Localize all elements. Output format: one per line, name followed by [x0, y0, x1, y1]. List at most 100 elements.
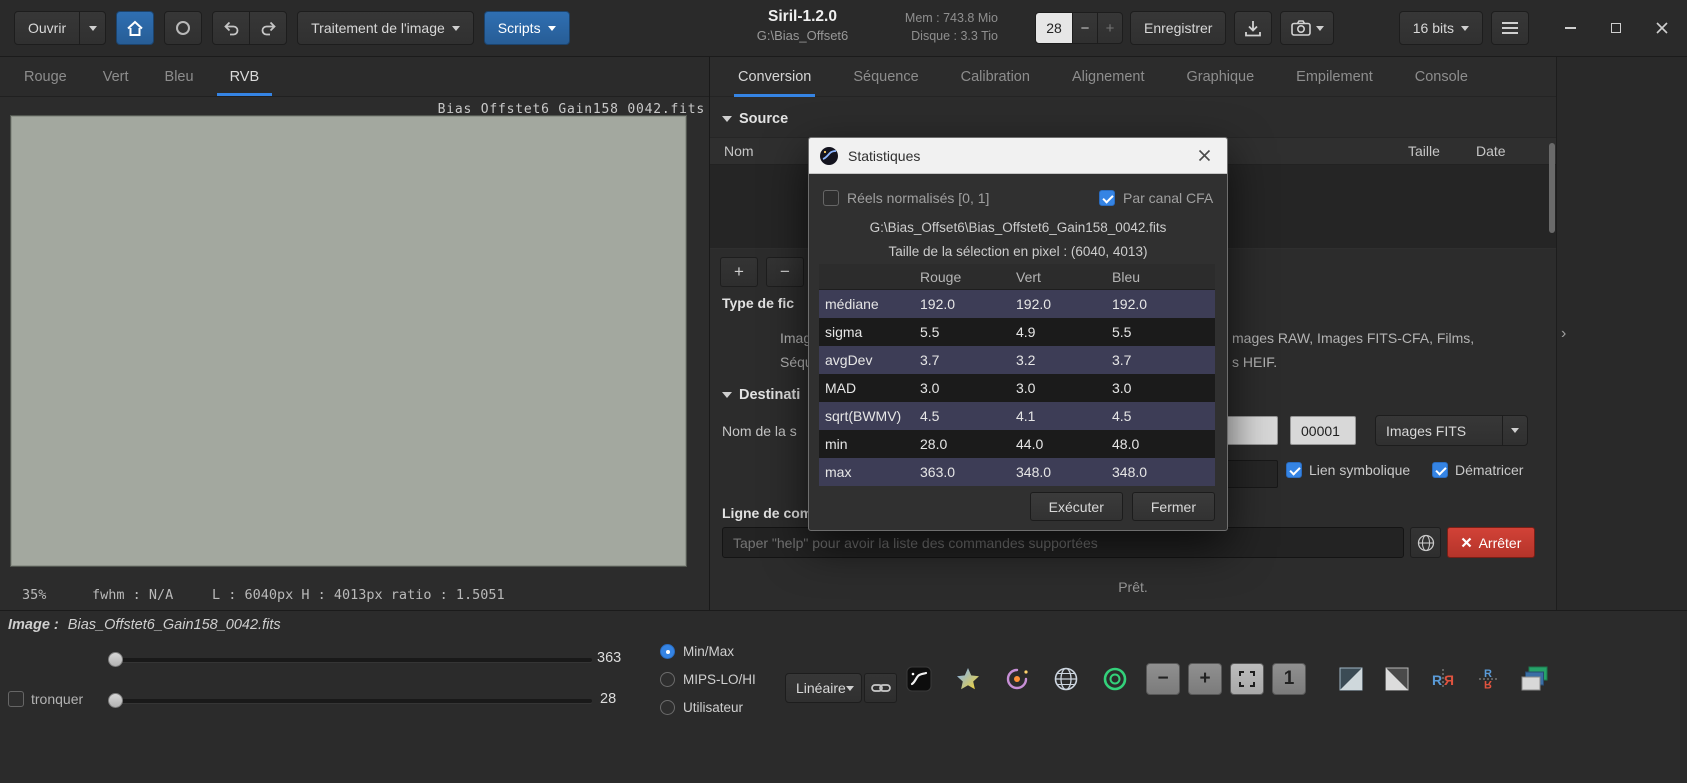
background-extraction-button[interactable] — [1098, 663, 1132, 695]
stop-button[interactable]: Arrêter — [1447, 527, 1535, 558]
normalized-checkbox[interactable] — [823, 190, 839, 206]
link-channels-button[interactable] — [864, 673, 897, 703]
stat-table-header: Rouge Vert Bleu — [819, 264, 1215, 290]
home-button[interactable] — [116, 11, 155, 45]
spin-decrement-button[interactable]: − — [1072, 12, 1098, 44]
chevron-down-icon — [845, 685, 854, 691]
bit-depth-dropdown[interactable]: 16 bits — [1398, 11, 1483, 45]
truncate-checkbox-row[interactable]: tronquer — [8, 691, 83, 707]
network-button[interactable] — [1410, 527, 1441, 558]
scripts-menu-button[interactable]: Scripts — [483, 11, 570, 45]
mirror-x-button[interactable]: RR — [1426, 663, 1460, 695]
tab-vert[interactable]: Vert — [85, 57, 147, 96]
normalized-checkbox-row[interactable]: Réels normalisés [0, 1] — [823, 190, 989, 206]
image-processing-menu-button[interactable]: Traitement de l'image — [297, 11, 474, 45]
source-expander[interactable]: Source — [722, 111, 788, 127]
high-slider-handle[interactable] — [108, 652, 123, 667]
remove-files-button[interactable]: − — [766, 257, 804, 287]
stat-row-mediane[interactable]: médiane 192.0 192.0 192.0 — [819, 290, 1215, 318]
low-level-slider[interactable] — [108, 693, 592, 708]
tab-rvb[interactable]: RVB — [212, 57, 278, 96]
command-input[interactable] — [722, 527, 1404, 558]
spin-value[interactable]: 28 — [1035, 12, 1073, 44]
close-dialog-button[interactable]: Fermer — [1131, 492, 1215, 521]
user-radio[interactable] — [660, 700, 675, 715]
undo-button[interactable] — [212, 11, 251, 45]
spin-increment-button[interactable]: + — [1097, 12, 1123, 44]
tab-alignement[interactable]: Alignement — [1068, 57, 1149, 97]
debayer-checkbox[interactable] — [1432, 462, 1448, 478]
column-date[interactable]: Date — [1476, 143, 1506, 159]
stat-row-min[interactable]: min 28.0 44.0 48.0 — [819, 430, 1215, 458]
zoom-in-button[interactable]: + — [1188, 663, 1222, 695]
column-nom[interactable]: Nom — [724, 143, 754, 159]
mode-user-row[interactable]: Utilisateur — [660, 700, 743, 715]
stat-row-mad[interactable]: MAD 3.0 3.0 3.0 — [819, 374, 1215, 402]
tab-empilement[interactable]: Empilement — [1292, 57, 1377, 97]
tab-console[interactable]: Console — [1411, 57, 1472, 97]
split-view-button[interactable] — [1334, 663, 1368, 695]
divider — [1502, 416, 1503, 445]
mirror-y-button[interactable]: RR — [1472, 663, 1506, 695]
tab-graphique[interactable]: Graphique — [1182, 57, 1258, 97]
scale-mode-dropdown[interactable]: Linéaire — [785, 673, 862, 703]
tab-bleu[interactable]: Bleu — [147, 57, 212, 96]
tab-sequence[interactable]: Séquence — [849, 57, 922, 97]
output-format-dropdown[interactable]: Images FITS — [1375, 415, 1528, 446]
sequence-frames-button[interactable] — [1518, 663, 1552, 695]
start-index-input[interactable]: 00001 — [1290, 416, 1356, 445]
minimize-button[interactable] — [1551, 13, 1589, 43]
dialog-close-button[interactable] — [1191, 149, 1217, 162]
symlink-checkbox-row[interactable]: Lien symbolique — [1286, 462, 1410, 478]
zoom-fit-button[interactable] — [1230, 663, 1264, 695]
minmax-radio[interactable] — [660, 644, 675, 659]
star-detection-button[interactable] — [951, 663, 985, 695]
maximize-button[interactable] — [1597, 13, 1635, 43]
split-view-alt-button[interactable] — [1380, 663, 1414, 695]
tab-rouge[interactable]: Rouge — [6, 57, 85, 96]
file-list-scrollbar[interactable] — [1549, 143, 1555, 233]
save-as-button[interactable] — [1234, 11, 1273, 45]
snapshot-dropdown-button[interactable] — [1280, 11, 1335, 45]
astrometry-button[interactable] — [1049, 663, 1083, 695]
tab-conversion[interactable]: Conversion — [734, 57, 816, 97]
bit-depth-label: 16 bits — [1412, 20, 1454, 36]
dialog-titlebar[interactable]: Statistiques — [809, 138, 1227, 174]
open-dropdown-button[interactable] — [79, 11, 107, 45]
high-level-slider[interactable] — [108, 652, 592, 667]
photometry-button[interactable] — [1000, 663, 1034, 695]
redo-button[interactable] — [249, 11, 288, 45]
mode-minmax-row[interactable]: Min/Max — [660, 644, 734, 659]
symlink-checkbox[interactable] — [1286, 462, 1302, 478]
truncate-checkbox[interactable] — [8, 691, 24, 707]
cfa-checkbox[interactable] — [1099, 190, 1115, 206]
cfa-checkbox-row[interactable]: Par canal CFA — [1099, 190, 1213, 206]
open-button[interactable]: Ouvrir — [14, 11, 81, 45]
record-button[interactable] — [164, 11, 203, 45]
mips-radio[interactable] — [660, 672, 675, 687]
sequence-name-label: Nom de la s — [722, 423, 797, 439]
save-button[interactable]: Enregistrer — [1130, 11, 1227, 45]
mode-mips-row[interactable]: MIPS-LO/HI — [660, 672, 756, 687]
destination-expander[interactable]: Destinati — [722, 387, 800, 403]
execute-button[interactable]: Exécuter — [1029, 492, 1123, 521]
zoom-out-button[interactable]: − — [1146, 663, 1180, 695]
siril-logo-button[interactable] — [902, 663, 936, 695]
debayer-checkbox-row[interactable]: Dématricer — [1432, 462, 1523, 478]
stat-row-sigma[interactable]: sigma 5.5 4.9 5.5 — [819, 318, 1215, 346]
pane-expand-handle[interactable]: › — [1561, 325, 1566, 343]
stat-row-sqrtbwmv[interactable]: sqrt(BWMV) 4.5 4.1 4.5 — [819, 402, 1215, 430]
image-canvas[interactable] — [10, 115, 687, 567]
stat-row-max[interactable]: max 363.0 348.0 348.0 — [819, 458, 1215, 486]
close-icon — [1198, 149, 1210, 162]
stat-row-avgdev[interactable]: avgDev 3.7 3.2 3.7 — [819, 346, 1215, 374]
column-taille[interactable]: Taille — [1408, 143, 1440, 159]
main-menu-button[interactable] — [1491, 11, 1529, 45]
tab-calibration[interactable]: Calibration — [957, 57, 1034, 97]
normalized-label: Réels normalisés [0, 1] — [847, 190, 990, 206]
add-files-button[interactable]: + — [720, 257, 758, 287]
zoom-100-button[interactable]: 1 — [1272, 663, 1306, 695]
siril-logo-icon — [820, 146, 838, 165]
low-slider-handle[interactable] — [108, 693, 123, 708]
close-button[interactable] — [1643, 13, 1681, 43]
